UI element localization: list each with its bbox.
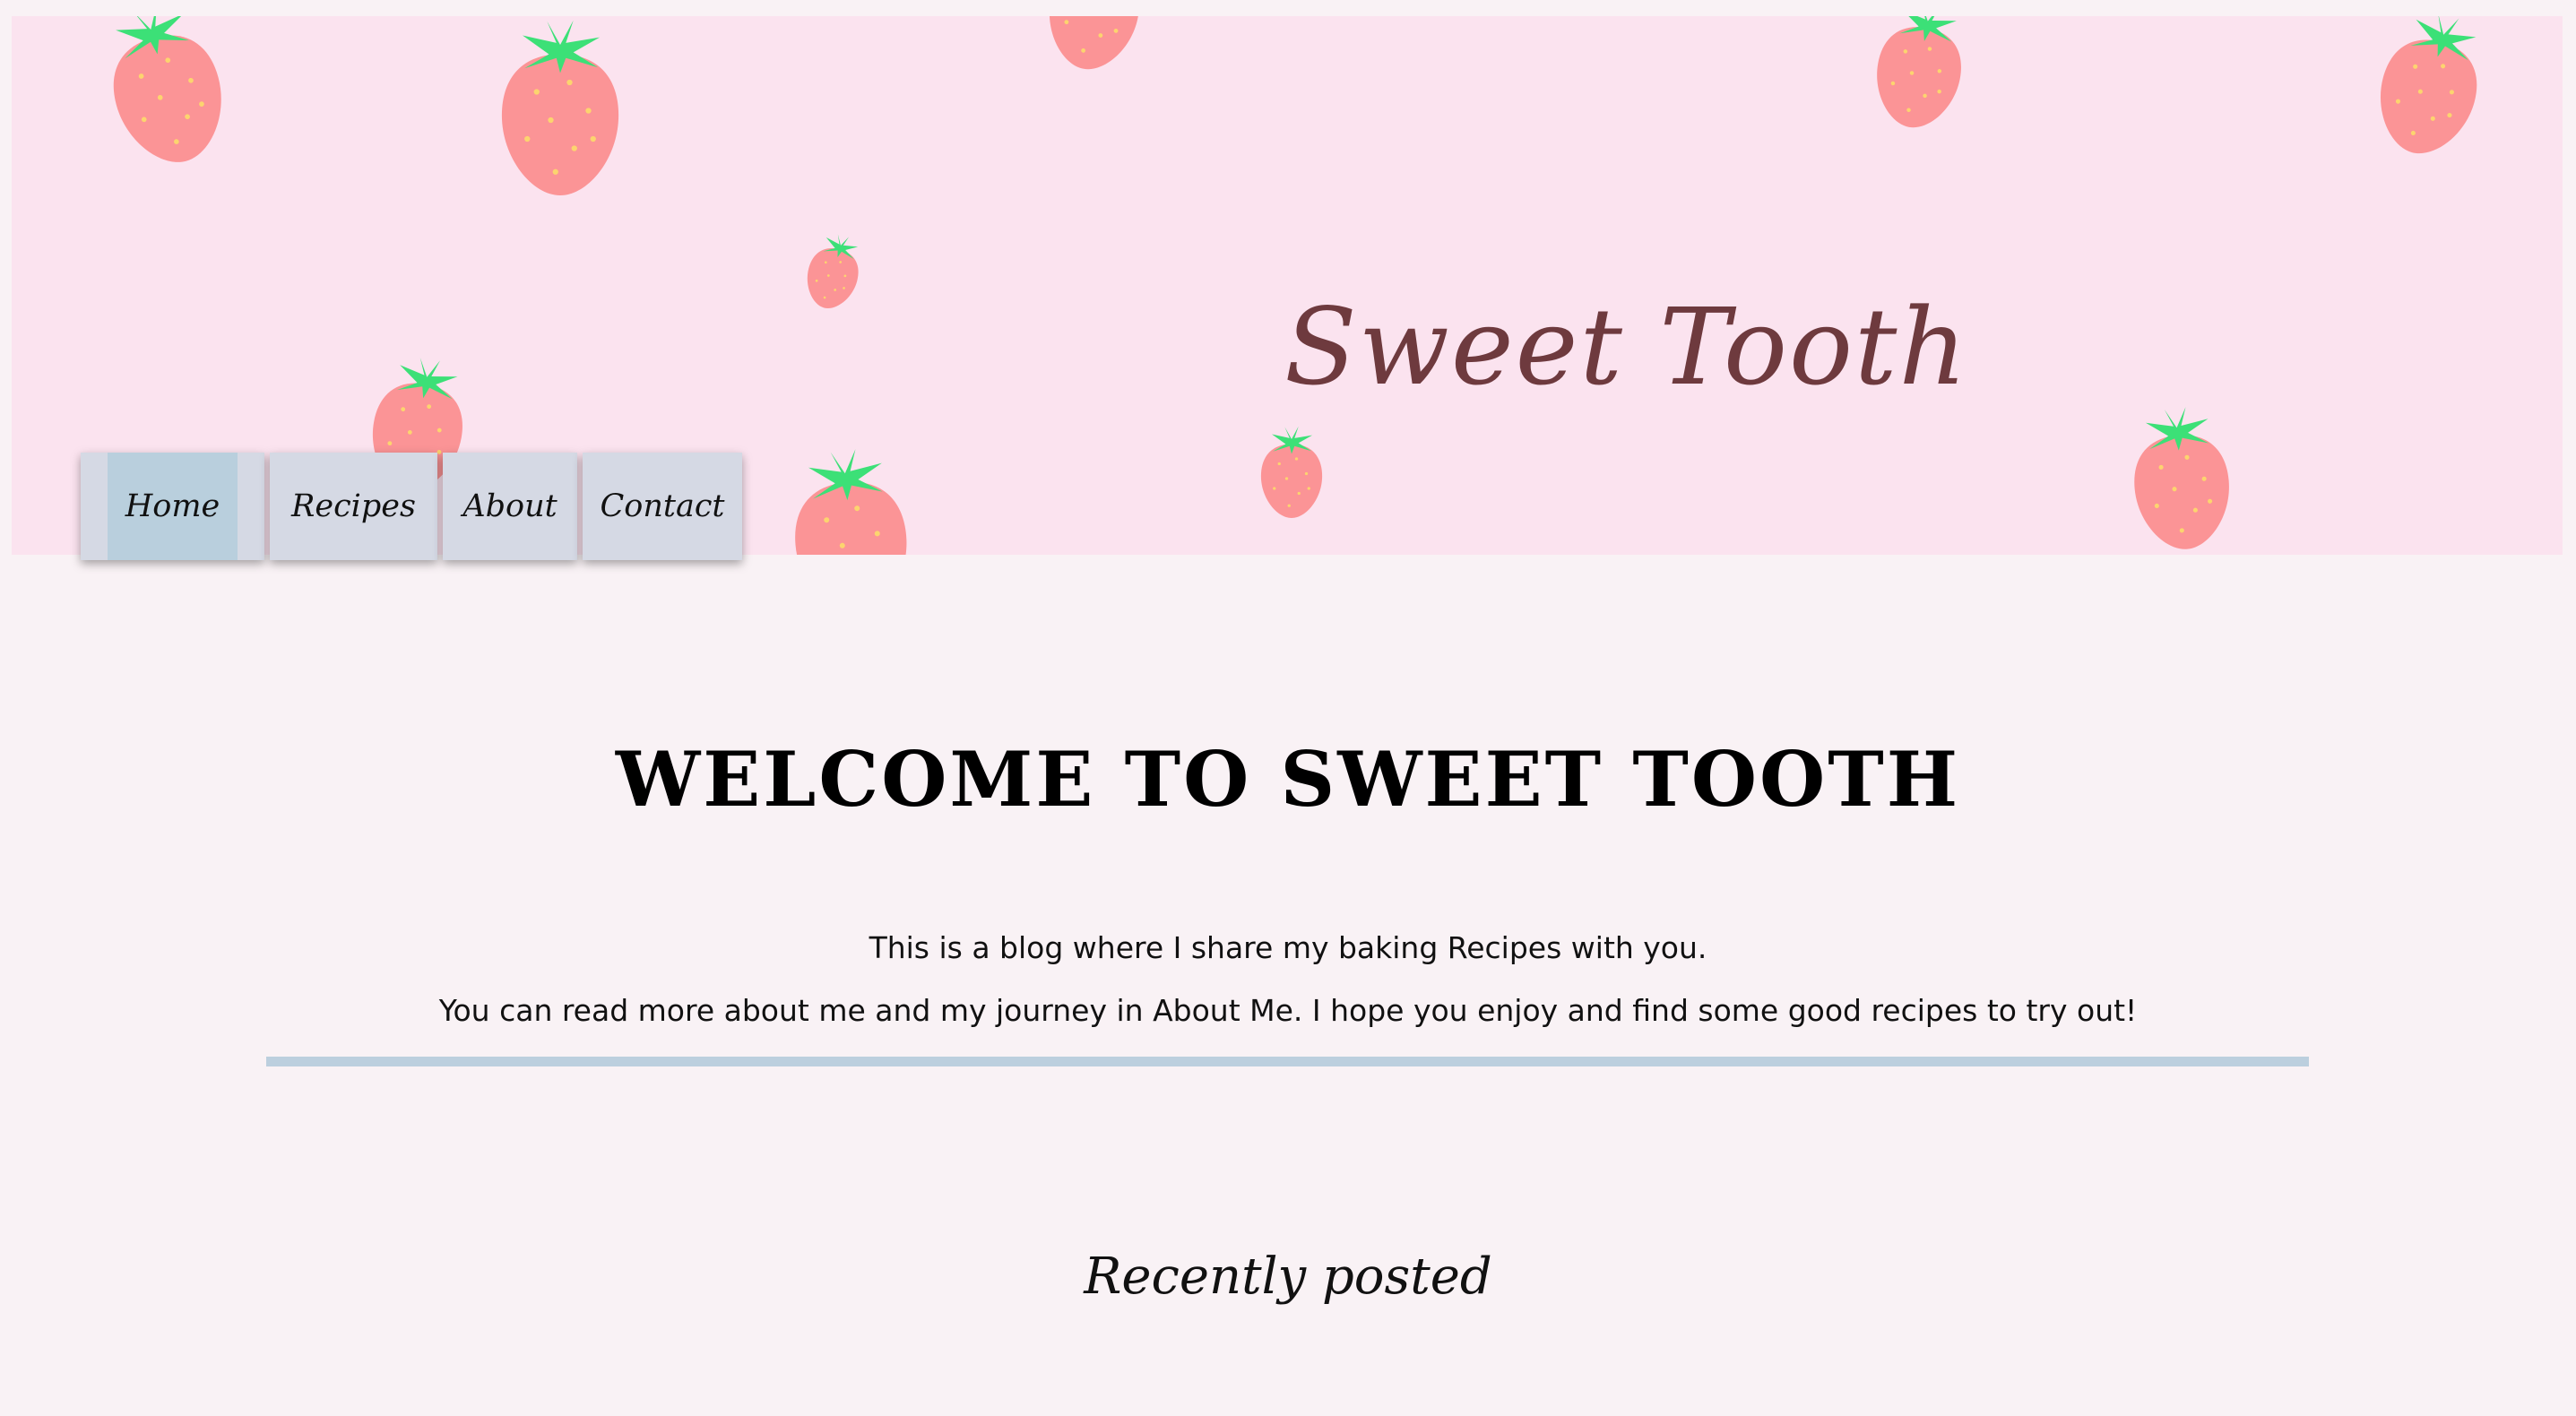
- welcome-heading: WELCOME TO SWEET TOOTH: [615, 735, 1961, 824]
- intro-text-line-1: This is a blog where I share my baking R…: [869, 930, 1707, 965]
- nav-recipes[interactable]: Recipes: [270, 453, 437, 560]
- main-nav: Home Recipes About Contact: [81, 453, 742, 560]
- nav-about-label: About: [462, 488, 558, 524]
- strawberry-icon: [501, 20, 619, 195]
- nav-contact[interactable]: Contact: [583, 453, 742, 560]
- site-title: Sweet Tooth: [1284, 285, 1969, 409]
- strawberry-icon: [1868, 16, 1972, 134]
- nav-home[interactable]: Home: [81, 453, 264, 560]
- nav-home-label: Home: [108, 453, 238, 560]
- intro-text-line-2: You can read more about me and my journe…: [438, 993, 2138, 1028]
- section-divider: [266, 1057, 2309, 1066]
- nav-contact-label: Contact: [600, 488, 725, 524]
- strawberry-icon: [93, 16, 238, 176]
- nav-recipes-label: Recipes: [291, 488, 416, 524]
- strawberry-icon: [800, 229, 868, 315]
- strawberry-icon: [2128, 403, 2235, 554]
- strawberry-icon: [787, 445, 913, 555]
- strawberry-icon: [1040, 16, 1151, 77]
- nav-about[interactable]: About: [443, 453, 577, 560]
- recently-posted-heading: Recently posted: [1084, 1248, 1492, 1306]
- strawberry-icon: [2366, 16, 2494, 165]
- strawberry-icon: [1260, 426, 1323, 518]
